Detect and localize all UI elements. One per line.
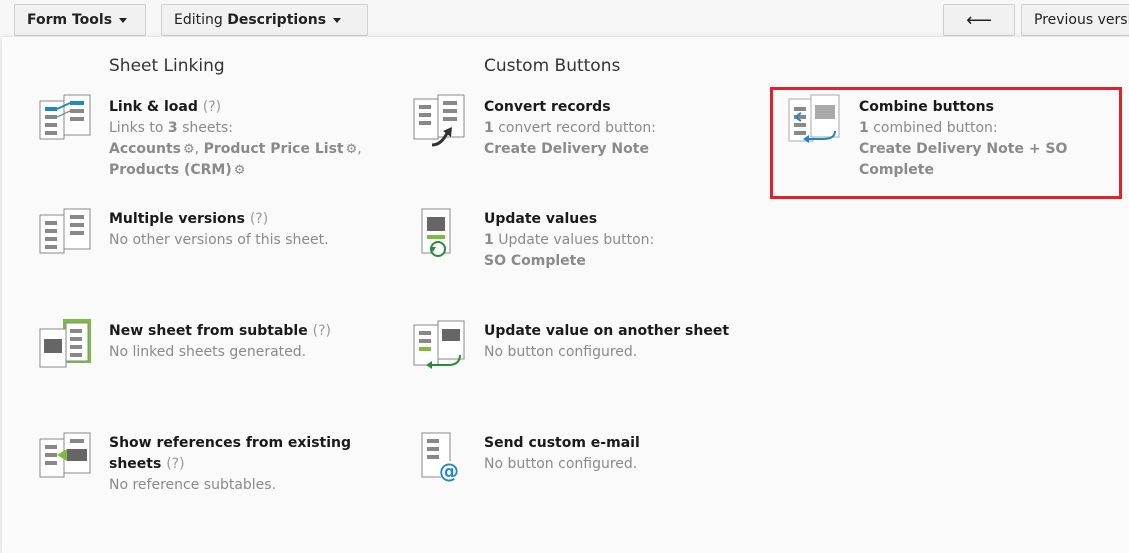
link-load-summary: Links to 3 sheets: bbox=[109, 120, 234, 136]
custom-buttons-header: Custom Buttons bbox=[484, 56, 621, 76]
send-email-title[interactable]: Send custom e-mail bbox=[484, 433, 814, 454]
show-references-summary: No reference subtables. bbox=[109, 477, 277, 493]
linked-sheet-product-price-list[interactable]: Product Price List bbox=[204, 141, 344, 157]
convert-records-summary: 1 convert record button: bbox=[484, 120, 656, 136]
gear-icon[interactable]: ⚙ bbox=[346, 139, 358, 160]
show-references-icon bbox=[39, 432, 91, 478]
multiple-versions-icon bbox=[39, 208, 91, 254]
gear-icon[interactable]: ⚙ bbox=[234, 160, 246, 181]
update-other-sheet-icon bbox=[413, 320, 465, 369]
new-sheet-from-subtable-title[interactable]: New sheet from subtable (?) bbox=[109, 321, 439, 342]
show-references-item[interactable]: Show references from existing sheets (?) … bbox=[39, 432, 439, 496]
multiple-versions-title[interactable]: Multiple versions (?) bbox=[109, 209, 439, 230]
update-other-sheet-summary: No button configured. bbox=[484, 344, 638, 360]
show-references-title[interactable]: Show references from existing sheets (?) bbox=[109, 433, 439, 475]
update-other-sheet-item[interactable]: Update value on another sheet No button … bbox=[413, 320, 814, 369]
highlight-box bbox=[770, 87, 1122, 199]
update-values-item[interactable]: Update values 1 Update values button: SO… bbox=[421, 208, 814, 272]
new-sheet-summary: No linked sheets generated. bbox=[109, 344, 307, 360]
previous-versions-label: Previous versions bbox=[1034, 12, 1129, 28]
convert-records-icon bbox=[413, 94, 465, 147]
link-load-title[interactable]: Link & load (?) bbox=[109, 97, 439, 118]
editing-target: Descriptions bbox=[227, 12, 327, 28]
help-link[interactable]: (?) bbox=[250, 211, 268, 227]
back-button[interactable]: ⟵ bbox=[943, 4, 1015, 36]
update-values-title[interactable]: Update values bbox=[484, 209, 814, 230]
convert-records-title[interactable]: Convert records bbox=[484, 97, 814, 118]
gear-icon[interactable]: ⚙ bbox=[183, 139, 195, 160]
new-sheet-from-subtable-item[interactable]: New sheet from subtable (?) No linked sh… bbox=[39, 319, 439, 368]
editing-prefix: Editing bbox=[174, 12, 223, 28]
sheet-linking-header: Sheet Linking bbox=[109, 56, 225, 76]
editing-sheet-button[interactable]: Editing Descriptions bbox=[161, 4, 368, 36]
help-link[interactable]: (?) bbox=[203, 99, 221, 115]
help-link[interactable]: (?) bbox=[313, 323, 331, 339]
send-email-icon: @ bbox=[421, 432, 459, 483]
help-link[interactable]: (?) bbox=[166, 456, 184, 472]
previous-versions-button[interactable]: Previous versions bbox=[1021, 4, 1129, 36]
update-other-sheet-title[interactable]: Update value on another sheet bbox=[484, 321, 814, 342]
multiple-versions-item[interactable]: Multiple versions (?) No other versions … bbox=[39, 208, 439, 254]
linked-sheets-list: Accounts ⚙, Product Price List ⚙, bbox=[109, 139, 439, 160]
update-values-icon bbox=[421, 208, 451, 257]
linked-sheet-accounts[interactable]: Accounts bbox=[109, 141, 181, 157]
linked-sheet-products-crm[interactable]: Products (CRM) bbox=[109, 162, 232, 178]
update-values-summary: 1 Update values button: bbox=[484, 232, 655, 248]
caret-down-icon bbox=[119, 17, 128, 23]
svg-text:@: @ bbox=[439, 459, 459, 483]
convert-records-item[interactable]: Convert records 1 convert record button:… bbox=[413, 94, 814, 160]
form-tools-button[interactable]: Form Tools bbox=[14, 4, 146, 36]
form-tools-label: Form Tools bbox=[27, 12, 113, 28]
back-arrow-icon: ⟵ bbox=[966, 9, 992, 31]
send-email-item[interactable]: @ Send custom e-mail No button configure… bbox=[421, 432, 814, 483]
multiple-versions-summary: No other versions of this sheet. bbox=[109, 232, 329, 248]
convert-records-value[interactable]: Create Delivery Note bbox=[484, 139, 814, 160]
update-values-value[interactable]: SO Complete bbox=[484, 251, 814, 272]
link-load-item[interactable]: Link & load (?) Links to 3 sheets: Accou… bbox=[39, 94, 439, 181]
caret-down-icon bbox=[333, 17, 342, 23]
top-toolbar: Form Tools Editing Descriptions ⟵ Previo… bbox=[0, 0, 1129, 40]
link-load-icon bbox=[39, 94, 91, 140]
send-email-summary: No button configured. bbox=[484, 456, 638, 472]
new-sheet-from-subtable-icon bbox=[39, 319, 91, 368]
